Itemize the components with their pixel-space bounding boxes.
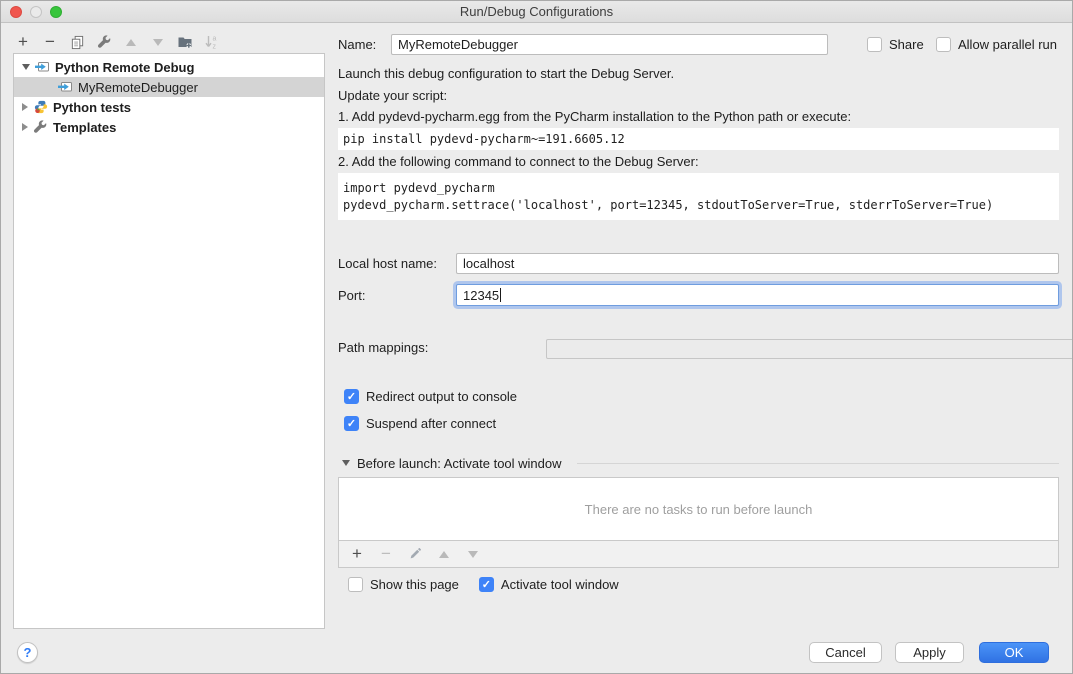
remote-debug-icon	[58, 80, 73, 94]
edit-templates-icon[interactable]	[96, 34, 112, 50]
close-window-button[interactable]	[10, 6, 22, 18]
tree-item-python-remote-debug[interactable]: Python Remote Debug	[14, 57, 324, 77]
wrench-icon	[33, 120, 48, 134]
code-line: pip install pydevd-pycharm~=191.6605.12	[343, 131, 1059, 148]
show-this-page-label: Show this page	[370, 577, 459, 592]
page-options-row: Show this page ✓ Activate tool window	[348, 576, 619, 592]
before-launch-task-list[interactable]: There are no tasks to run before launch	[338, 477, 1059, 541]
cancel-button[interactable]: Cancel	[809, 642, 882, 663]
svg-text:z: z	[213, 44, 217, 51]
suspend-after-connect-checkbox[interactable]: ✓	[344, 416, 359, 431]
show-this-page-checkbox[interactable]	[348, 577, 363, 592]
configuration-editor: Name: Share Allow parallel run Launch th…	[338, 23, 1060, 635]
redirect-console-row: ✓ Redirect output to console	[344, 388, 517, 404]
tree-item-python-tests[interactable]: Python tests	[14, 97, 324, 117]
remote-debug-icon	[35, 60, 50, 74]
tree-item-label: MyRemoteDebugger	[78, 80, 198, 95]
tree-item-label: Python tests	[53, 100, 131, 115]
add-configuration-icon[interactable]: +	[15, 34, 31, 50]
name-row: Name: Share Allow parallel run	[338, 34, 1060, 55]
pip-install-code-block: pip install pydevd-pycharm~=191.6605.12	[338, 128, 1059, 150]
code-line: pydevd_pycharm.settrace('localhost', por…	[343, 197, 1059, 214]
suspend-after-connect-label: Suspend after connect	[366, 416, 496, 431]
window-controls	[10, 6, 62, 18]
before-launch-title: Before launch: Activate tool window	[357, 456, 562, 471]
python-tests-icon	[33, 100, 48, 114]
share-label: Share	[889, 37, 924, 52]
configurations-toolbar: + − az	[15, 31, 220, 53]
local-host-row: Local host name:	[338, 253, 1059, 274]
redirect-console-label: Redirect output to console	[366, 389, 517, 404]
name-label: Name:	[338, 37, 376, 52]
titlebar: Run/Debug Configurations	[1, 1, 1072, 23]
remove-configuration-icon[interactable]: −	[42, 34, 58, 50]
window-title: Run/Debug Configurations	[460, 4, 613, 19]
collapse-arrow-icon[interactable]	[22, 64, 30, 70]
settrace-code-block: import pydevd_pycharm pydevd_pycharm.set…	[338, 173, 1059, 220]
instruction-step1: 1. Add pydevd-pycharm.egg from the PyCha…	[338, 109, 851, 124]
new-folder-icon[interactable]	[177, 34, 193, 50]
port-input[interactable]: 12345	[456, 284, 1059, 306]
empty-tasks-message: There are no tasks to run before launch	[585, 502, 813, 517]
configurations-tree: Python Remote Debug MyRemoteDebugger Pyt…	[13, 53, 325, 629]
port-value: 12345	[463, 288, 499, 303]
text-caret	[500, 288, 501, 302]
tree-item-label: Templates	[53, 120, 116, 135]
edit-task-icon	[407, 546, 423, 562]
move-task-up-icon	[436, 546, 452, 562]
port-label: Port:	[338, 288, 365, 303]
port-row: Port: 12345	[338, 283, 1059, 307]
svg-text:a: a	[213, 36, 217, 43]
move-up-icon	[123, 34, 139, 50]
allow-parallel-run-checkbox[interactable]	[936, 37, 951, 52]
zoom-window-button[interactable]	[50, 6, 62, 18]
move-task-down-icon	[465, 546, 481, 562]
expand-arrow-icon[interactable]	[22, 123, 28, 131]
allow-parallel-run-label: Allow parallel run	[958, 37, 1057, 52]
sort-alphabetically-icon: az	[204, 34, 220, 50]
instruction-update: Update your script:	[338, 88, 447, 103]
activate-tool-window-checkbox[interactable]: ✓	[479, 577, 494, 592]
run-debug-configurations-dialog: Run/Debug Configurations + − az Python R…	[0, 0, 1073, 674]
local-host-label: Local host name:	[338, 256, 437, 271]
copy-configuration-icon[interactable]	[69, 34, 85, 50]
path-mappings-input[interactable]	[546, 339, 1073, 359]
activate-tool-window-label: Activate tool window	[501, 577, 619, 592]
expand-arrow-icon[interactable]	[22, 103, 28, 111]
local-host-input[interactable]	[456, 253, 1059, 274]
tree-item-label: Python Remote Debug	[55, 60, 194, 75]
before-launch-toolbar: + −	[338, 541, 1059, 568]
ok-button[interactable]: OK	[979, 642, 1049, 663]
remove-task-icon: −	[378, 546, 394, 562]
instruction-intro: Launch this debug configuration to start…	[338, 66, 674, 81]
minimize-window-button[interactable]	[30, 6, 42, 18]
tree-item-myremotedebugger[interactable]: MyRemoteDebugger	[14, 77, 324, 97]
section-separator	[577, 463, 1059, 464]
before-launch-header[interactable]: Before launch: Activate tool window	[342, 455, 1059, 471]
move-down-icon	[150, 34, 166, 50]
add-task-icon[interactable]: +	[349, 546, 365, 562]
share-checkbox[interactable]	[867, 37, 882, 52]
path-mappings-label: Path mappings:	[338, 340, 428, 355]
suspend-after-connect-row: ✓ Suspend after connect	[344, 415, 496, 431]
tree-item-templates[interactable]: Templates	[14, 117, 324, 137]
apply-button[interactable]: Apply	[895, 642, 964, 663]
instruction-step2: 2. Add the following command to connect …	[338, 154, 699, 169]
code-line: import pydevd_pycharm	[343, 180, 1059, 197]
help-button[interactable]: ?	[17, 642, 38, 663]
collapse-arrow-icon[interactable]	[342, 460, 350, 466]
path-mappings-row: Path mappings:	[338, 337, 1059, 358]
redirect-console-checkbox[interactable]: ✓	[344, 389, 359, 404]
name-input[interactable]	[391, 34, 828, 55]
